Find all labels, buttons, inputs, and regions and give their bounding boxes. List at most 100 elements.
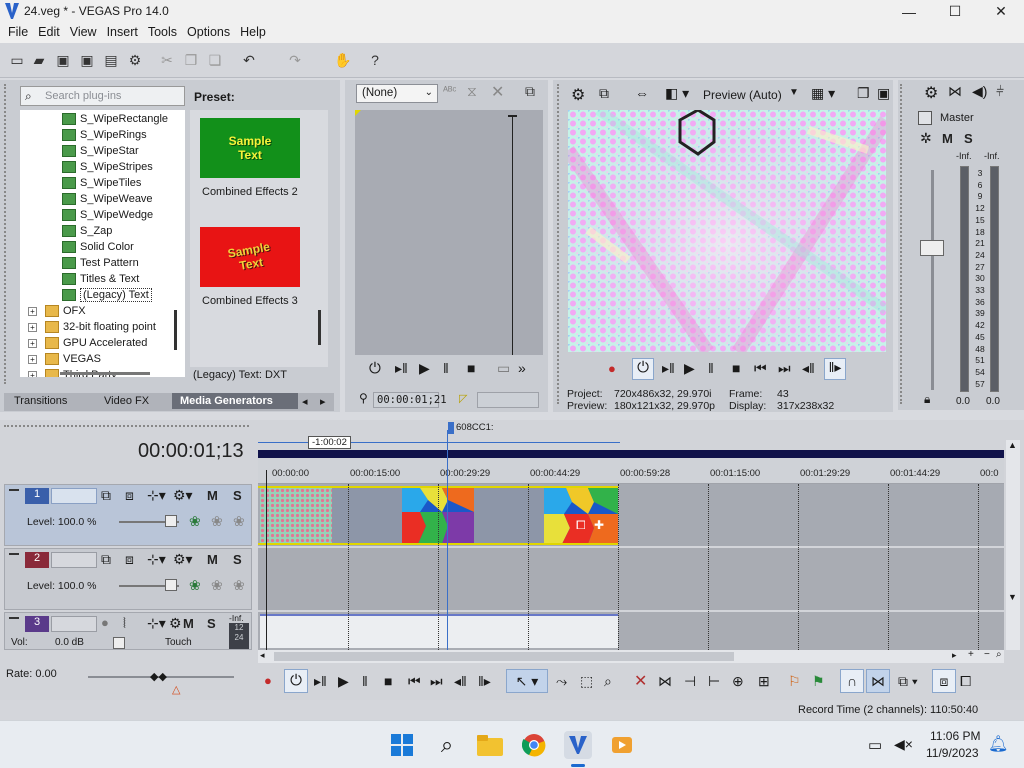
marker-flag[interactable] [448, 422, 454, 434]
minimize-button[interactable]: — [886, 0, 932, 23]
open-icon[interactable]: ▰ [30, 51, 48, 69]
normal-edit-tool-icon[interactable]: ↖ ▾ [506, 669, 548, 693]
speaker-icon[interactable]: ◀) [972, 83, 987, 100]
menu-tools[interactable]: Tools [143, 23, 182, 41]
ripple-edit-icon[interactable]: ⧉ ▾ [898, 673, 918, 690]
fx-icon[interactable]: ✲ [920, 130, 932, 147]
previous-frame-icon[interactable]: ◂‖ [802, 360, 815, 377]
tree-item[interactable]: S_WipeStripes [20, 159, 185, 175]
play-from-start-icon[interactable]: ▸‖ [395, 360, 408, 377]
tree-item[interactable]: S_WipeTiles [20, 175, 185, 191]
level-slider-thumb[interactable] [165, 515, 177, 527]
tree-item-selected[interactable]: (Legacy) Text [20, 287, 185, 303]
delete-icon[interactable]: ✕ [491, 82, 504, 102]
tree-item[interactable]: Test Pattern [20, 255, 185, 271]
volume-muted-icon[interactable]: ◀× [894, 736, 913, 753]
tree-folder[interactable]: + OFX [20, 303, 185, 319]
overlays-icon[interactable]: ◧ ▾ [665, 85, 689, 102]
expand-icon[interactable]: + [28, 354, 37, 364]
track-lane-3[interactable] [258, 612, 1004, 650]
search-icon[interactable]: ⌕ [433, 731, 461, 759]
timeline-vscrollbar[interactable]: ▲ ▼ [1006, 440, 1020, 650]
compositing-icon[interactable]: ⊹▾ [147, 487, 166, 504]
search-box[interactable]: ⌕ Search plug-ins [20, 86, 185, 106]
play-from-start-icon[interactable]: ▸‖ [662, 360, 675, 377]
insert-marker-icon[interactable]: ⚐ [788, 673, 801, 690]
composite-child-icon[interactable]: ❀ [211, 577, 223, 594]
scroll-down-icon[interactable]: ▼ [1008, 592, 1017, 602]
trimmer-window-icon[interactable]: ⧉ [525, 83, 535, 100]
track-fx-icon[interactable]: ⧈ [125, 551, 134, 568]
auto-crossfade-icon[interactable]: ⋈ [866, 669, 890, 693]
copy-snapshot-icon[interactable]: ❐ [857, 85, 870, 102]
play-from-start-icon[interactable]: ▸‖ [314, 673, 327, 690]
expand-icon[interactable]: + [28, 370, 37, 377]
time-ruler[interactable]: 00:00:00 00:00:15:00 00:00:29:29 00:00:4… [258, 458, 1004, 484]
zoom-out-icon[interactable]: − [984, 649, 990, 660]
downmix-icon[interactable]: ⋈ [948, 83, 962, 100]
spell-icon[interactable]: ᴬᴮᶜ [443, 85, 456, 97]
composite-parent-icon[interactable]: ❀ [233, 577, 245, 594]
composite-child-icon[interactable]: ❀ [211, 513, 223, 530]
expand-icon[interactable]: + [28, 322, 37, 332]
timeline-hscrollbar[interactable]: ◂ ▸ + − ⌕ [258, 649, 1004, 663]
mixer-gear-icon[interactable]: ⚙ [924, 83, 938, 103]
video-clip[interactable] [260, 488, 332, 544]
master-mute-button[interactable]: M [942, 131, 953, 146]
scroll-left-icon[interactable]: ◂ [260, 650, 265, 661]
pause-icon[interactable]: ‖ [362, 673, 368, 689]
playhead[interactable] [447, 430, 448, 650]
tree-item[interactable]: S_Zap [20, 223, 185, 239]
save-as-icon[interactable]: ▣ [78, 51, 96, 69]
automation-icon[interactable]: ⚙ [169, 615, 182, 632]
trimmer-selection-field[interactable] [477, 392, 539, 408]
preview-quality-dropdown[interactable]: Preview (Auto) [703, 88, 782, 102]
new-project-icon[interactable]: ▭ [8, 51, 26, 69]
touch-mode-dropdown[interactable]: Touch [165, 637, 192, 648]
preset-thumbnail-2[interactable]: Sample Text [200, 227, 300, 287]
track-collapse-icon[interactable] [9, 553, 19, 555]
lock-icon[interactable]: 🔒︎ [924, 392, 930, 407]
whats-this-icon[interactable]: ✋ [334, 51, 352, 69]
preset-scrollbar[interactable] [318, 310, 321, 345]
menu-options[interactable]: Options [182, 23, 235, 41]
trim-icon[interactable]: ⋈ [658, 673, 672, 690]
trimmer-dropdown[interactable]: (None) ⌄ [356, 84, 438, 103]
invert-phase-icon[interactable]: ⦚ [123, 615, 126, 632]
menu-help[interactable]: Help [235, 23, 271, 41]
scroll-thumb[interactable] [274, 652, 734, 661]
track-header-2[interactable]: 2 ⧉ ⧈ ⊹▾ ⚙▾ M S Level: 100.0 % ❀ ❀ ❀ [4, 548, 252, 610]
video-clip[interactable] [544, 488, 618, 544]
track-gear-icon[interactable]: ⚙▾ [173, 487, 193, 504]
pause-icon[interactable]: ‖ [443, 360, 449, 376]
media-player-icon[interactable] [608, 731, 636, 759]
cut-icon[interactable]: ✂ [158, 51, 176, 69]
maximize-button[interactable]: ☐ [932, 0, 978, 23]
tabs-left-arrow[interactable]: ◂ [302, 395, 308, 408]
zoom-in-icon[interactable]: + [968, 649, 974, 660]
expand-icon[interactable]: + [28, 306, 37, 316]
save-icon[interactable]: ▣ [54, 51, 72, 69]
tree-folder[interactable]: + VEGAS [20, 351, 185, 367]
envelope-tool-icon[interactable]: ⤳ [556, 673, 567, 690]
track-3-mute[interactable]: M [183, 616, 194, 631]
tab-media-generators[interactable]: Media Generators [172, 393, 298, 409]
track-collapse-icon[interactable] [9, 617, 19, 619]
volume-slider-thumb[interactable] [113, 637, 125, 649]
trim-end-icon[interactable]: ⊢ [708, 673, 720, 690]
paste-icon[interactable]: ❏ [206, 51, 224, 69]
file-explorer-icon[interactable] [476, 731, 504, 759]
lock-icon[interactable]: ⊞ [758, 673, 770, 690]
undo-icon[interactable]: ↶ [240, 51, 258, 69]
selection-tool-icon[interactable]: ⬚ [580, 673, 593, 690]
previous-frame-icon[interactable]: ◂‖ [454, 673, 467, 690]
windows-start-icon[interactable] [388, 731, 416, 759]
record-icon[interactable]: ● [264, 673, 272, 688]
tree-vscrollbar[interactable] [174, 310, 177, 350]
play-icon[interactable]: ▶ [338, 673, 349, 690]
fast-forward-icon[interactable]: » [518, 360, 526, 376]
delete-icon[interactable]: ✕ [634, 671, 647, 691]
track-collapse-icon[interactable] [9, 489, 19, 491]
tree-folder[interactable]: +32-bit floating point [20, 319, 185, 335]
snapping-icon[interactable]: ∩ [840, 669, 864, 693]
